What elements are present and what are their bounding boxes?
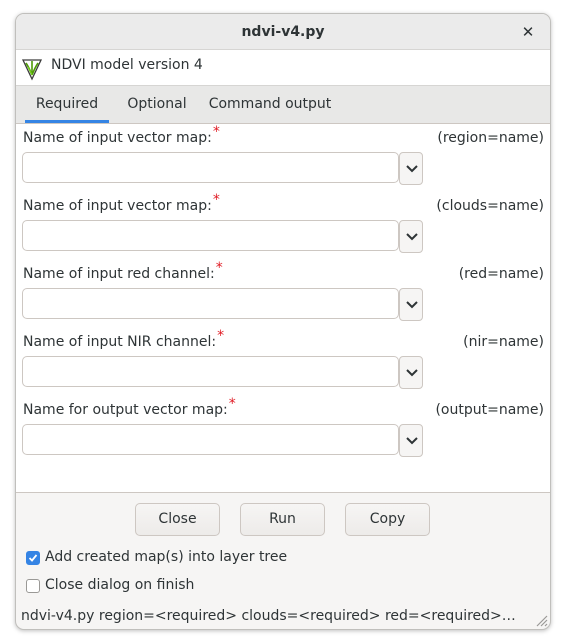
param-name: (output=name) (435, 402, 544, 418)
add-to-layer-tree-checkbox[interactable] (26, 551, 40, 565)
output-dropdown-button[interactable] (399, 424, 423, 457)
field-nir: Name of input NIR channel:* (nir=name) (16, 328, 550, 394)
close-on-finish-label: Close dialog on finish (45, 577, 195, 593)
copy-button[interactable]: Copy (345, 503, 430, 536)
field-label: Name of input vector map:* (23, 124, 220, 146)
param-name: (red=name) (458, 266, 544, 282)
chevron-down-icon (406, 369, 418, 377)
title-bar: ndvi-v4.py ✕ (16, 14, 550, 50)
close-on-finish-checkbox[interactable] (26, 579, 40, 593)
tab-label: Command output (208, 96, 332, 112)
tab-command-output[interactable]: Command output (208, 86, 332, 123)
chevron-down-icon (406, 301, 418, 309)
required-marker: * (215, 260, 223, 276)
field-region: Name of input vector map:* (region=name) (16, 124, 550, 190)
param-name: (nir=name) (463, 334, 544, 350)
nir-dropdown-button[interactable] (399, 356, 423, 389)
required-marker: * (228, 396, 236, 412)
module-header: NDVI model version 4 (16, 50, 550, 86)
red-dropdown-button[interactable] (399, 288, 423, 321)
clouds-input[interactable] (22, 220, 399, 251)
grass-logo-icon (21, 59, 43, 81)
region-dropdown-button[interactable] (399, 152, 423, 185)
param-name: (clouds=name) (436, 198, 544, 214)
run-button[interactable]: Run (240, 503, 325, 536)
chevron-down-icon (406, 437, 418, 445)
resize-grip-icon[interactable] (534, 613, 548, 627)
command-status-bar: ndvi-v4.py region=<required> clouds=<req… (21, 608, 517, 624)
required-marker: * (212, 192, 220, 208)
region-input[interactable] (22, 152, 399, 183)
field-red: Name of input red channel:* (red=name) (16, 260, 550, 326)
tab-optional[interactable]: Optional (119, 86, 195, 123)
clouds-dropdown-button[interactable] (399, 220, 423, 253)
close-icon[interactable]: ✕ (516, 14, 540, 49)
field-output: Name for output vector map:* (output=nam… (16, 396, 550, 462)
nir-channel-input[interactable] (22, 356, 399, 387)
tab-label: Required (35, 96, 99, 112)
required-marker: * (217, 328, 225, 344)
chevron-down-icon (406, 233, 418, 241)
field-label: Name of input NIR channel:* (23, 328, 225, 350)
add-to-layer-tree-label: Add created map(s) into layer tree (45, 549, 288, 565)
window-title: ndvi-v4.py (241, 24, 325, 40)
dialog-window: ndvi-v4.py ✕ NDVI model version 4 Requir… (15, 13, 551, 630)
chevron-down-icon (406, 165, 418, 173)
close-button[interactable]: Close (135, 503, 220, 536)
field-label: Name of input vector map:* (23, 192, 220, 214)
field-label: Name for output vector map:* (23, 396, 236, 418)
param-name: (region=name) (437, 130, 544, 146)
field-clouds: Name of input vector map:* (clouds=name) (16, 192, 550, 258)
tab-required[interactable]: Required (25, 86, 109, 123)
close-on-finish-option[interactable]: Close dialog on finish (26, 577, 226, 597)
checkmark-icon (28, 554, 38, 562)
tab-bar: Required Optional Command output (16, 86, 550, 124)
tab-label: Optional (127, 96, 187, 112)
required-panel: Name of input vector map:* (region=name)… (16, 124, 550, 493)
field-label: Name of input red channel:* (23, 260, 223, 282)
required-marker: * (212, 124, 220, 140)
red-channel-input[interactable] (22, 288, 399, 319)
add-to-layer-tree-option[interactable]: Add created map(s) into layer tree (26, 549, 326, 569)
output-input[interactable] (22, 424, 399, 455)
module-description: NDVI model version 4 (51, 57, 203, 73)
